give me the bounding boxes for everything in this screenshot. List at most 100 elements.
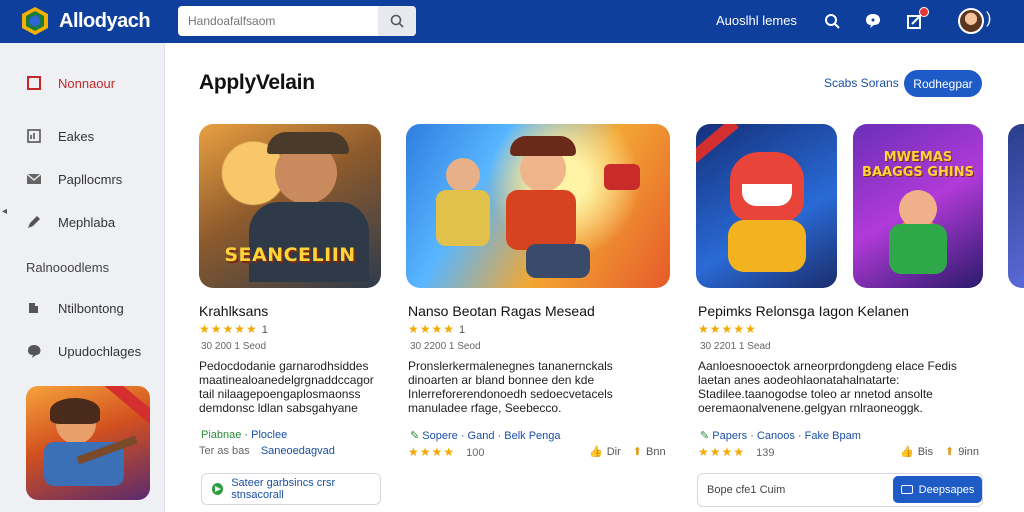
game-description: Aanloesnooectok arneorprdongdeng elace F… bbox=[698, 359, 957, 415]
character-cap bbox=[267, 132, 349, 154]
stat-label: Bis bbox=[917, 445, 933, 458]
chevron-right-icon[interactable]: ) bbox=[986, 10, 991, 28]
sidebar-item-label: Papllocmrs bbox=[58, 171, 123, 187]
tag-icon: ✎ bbox=[700, 430, 710, 442]
see-all-link[interactable]: Scabs Sorans bbox=[824, 76, 899, 90]
play-icon bbox=[212, 483, 224, 495]
game-title[interactable]: Nanso Beotan Ragas Mesead bbox=[408, 303, 595, 319]
tag-icon: ✎ bbox=[410, 430, 420, 442]
edit-icon bbox=[26, 214, 42, 230]
glove bbox=[604, 164, 640, 190]
desc-line: laetan anes aodeohlaonatahalnatarte: bbox=[698, 373, 900, 387]
game-card-image[interactable] bbox=[696, 124, 837, 288]
desc-line: dinoarten ar bland bonnee den kde bbox=[408, 373, 595, 387]
search-icon bbox=[390, 14, 404, 28]
tag[interactable]: Fake Bpam bbox=[805, 430, 861, 442]
search-input[interactable] bbox=[178, 6, 378, 36]
chart-icon bbox=[26, 128, 42, 144]
share-icon[interactable]: ⬆ bbox=[945, 445, 954, 458]
stars: ★★★★ bbox=[408, 322, 456, 336]
promo-banner-image[interactable] bbox=[26, 386, 150, 500]
game-title[interactable]: Pepimks Relonsga Iagon Kelanen bbox=[698, 303, 909, 319]
sidebar-section-heading: Ralnooodlems bbox=[26, 260, 110, 275]
game-meta: 30 200 1 Seod bbox=[201, 341, 267, 352]
tag[interactable]: Ploclee bbox=[251, 429, 287, 441]
rating-stars: ★★★★ 1 bbox=[408, 322, 465, 336]
logo-icon bbox=[22, 7, 48, 35]
game-title[interactable]: Krahlksans bbox=[199, 303, 268, 319]
next-card-peek[interactable] bbox=[1008, 124, 1024, 288]
rating-count: 1 bbox=[261, 324, 268, 336]
brand[interactable]: Allodyach bbox=[20, 6, 151, 36]
game-card-image[interactable] bbox=[406, 124, 670, 288]
tag[interactable]: Papers bbox=[712, 430, 747, 442]
desc-line: maatinealoanedelgrgnaddccagor bbox=[199, 373, 374, 387]
character-hair bbox=[510, 136, 576, 156]
messages-button[interactable] bbox=[861, 9, 885, 33]
app-name: Allodyach bbox=[59, 9, 151, 32]
sidebar-item-upudochlages[interactable]: Upudochlages bbox=[26, 343, 141, 359]
tag[interactable]: Belk Penga bbox=[504, 430, 560, 442]
character-hair bbox=[50, 398, 100, 424]
primary-action-button[interactable]: Rodhegpar bbox=[904, 70, 982, 97]
sidebar-item-label: Mephlaba bbox=[58, 214, 116, 230]
search-icon bbox=[825, 14, 840, 29]
tag[interactable]: Piabnae bbox=[201, 429, 241, 441]
sidebar-item-eakes[interactable]: Eakes bbox=[26, 128, 94, 144]
desc-line: demdonsc ldlan sabsgahyane bbox=[199, 401, 358, 415]
game-tags: ✎ Papers · Canoos · Fake Bpam bbox=[700, 430, 861, 442]
submit-button[interactable]: Deepsapes bbox=[893, 476, 982, 503]
thumbs-up-icon[interactable]: 👍 bbox=[589, 445, 603, 458]
square-icon bbox=[26, 75, 42, 91]
game-logo-text: MWEMAS BAAGGS GHINS bbox=[862, 150, 974, 180]
game-actions: 👍 Bis ⬆ 9inn bbox=[900, 445, 979, 459]
stars: ★★★★ bbox=[698, 445, 746, 459]
stars: ★★★★★ bbox=[199, 322, 258, 336]
game-logo-text: SEANCELIIN bbox=[224, 244, 356, 266]
user-avatar[interactable] bbox=[958, 8, 984, 34]
game-meta: 30 2201 1 Sead bbox=[700, 341, 771, 352]
sidekick-body bbox=[436, 190, 490, 246]
promo-ribbon bbox=[102, 386, 150, 430]
main-content: ApplyVelain Scabs Sorans Rodhegpar SEANC… bbox=[165, 43, 1024, 512]
sidebar-item-ntilbontong[interactable]: Ntilbontong bbox=[26, 300, 124, 316]
game-stats: ★★★★ 100 bbox=[408, 445, 484, 459]
sidebar-item-home[interactable]: Nonnaour bbox=[26, 75, 115, 91]
search-top-button[interactable] bbox=[820, 9, 844, 33]
share-icon[interactable]: ⬆ bbox=[633, 445, 642, 458]
stat-text: Ter as bas bbox=[199, 445, 250, 457]
collapse-caret-icon[interactable]: ◂ bbox=[2, 206, 7, 217]
search-bar bbox=[178, 6, 416, 36]
stat-label: Bnn bbox=[645, 445, 666, 458]
stars: ★★★★★ bbox=[698, 322, 757, 336]
notifications-button[interactable] bbox=[903, 7, 929, 33]
comment-input[interactable] bbox=[698, 474, 878, 506]
stat-label: 9inn bbox=[958, 445, 979, 458]
sidebar-item-mephlaba[interactable]: Mephlaba bbox=[26, 214, 115, 230]
chat-bubble-icon bbox=[866, 14, 880, 28]
character-face bbox=[899, 190, 937, 228]
stat-count: 139 bbox=[756, 447, 775, 459]
install-button[interactable]: Sateer garbsincs crsr stnsacorall bbox=[201, 473, 381, 505]
sidebar-item-papllocmrs[interactable]: Papllocmrs bbox=[26, 171, 122, 187]
game-stats: Ter as bas Saneoedagvad bbox=[199, 445, 335, 457]
desc-line: Pronslerkermalenegnes tananernckals bbox=[408, 359, 613, 373]
rating-count: 1 bbox=[459, 324, 466, 336]
tag[interactable]: Sopere bbox=[422, 430, 457, 442]
sale-ribbon bbox=[696, 124, 739, 166]
mail-icon bbox=[26, 171, 42, 187]
game-actions: 👍 Dir ⬆ Bnn bbox=[589, 445, 666, 459]
tag[interactable]: Canoos bbox=[757, 430, 795, 442]
character-mouth bbox=[742, 184, 792, 206]
search-button[interactable] bbox=[378, 6, 416, 36]
stat-link[interactable]: Saneoedagvad bbox=[261, 445, 335, 457]
tag[interactable]: Gand bbox=[468, 430, 495, 442]
game-card-image[interactable]: SEANCELIIN bbox=[199, 124, 381, 288]
game-meta: 30 2200 1 Seod bbox=[410, 341, 481, 352]
game-card-image[interactable]: MWEMAS BAAGGS GHINS bbox=[853, 124, 983, 288]
thumbs-up-icon[interactable]: 👍 bbox=[900, 445, 914, 458]
desc-line: manuladee rfage, Seebecco. bbox=[408, 401, 562, 415]
top-nav-link[interactable]: Auoslhl lemes bbox=[716, 13, 797, 28]
top-bar: Allodyach Auoslhl lemes ) bbox=[0, 0, 1024, 43]
rating-stars: ★★★★★ 1 bbox=[199, 322, 268, 336]
